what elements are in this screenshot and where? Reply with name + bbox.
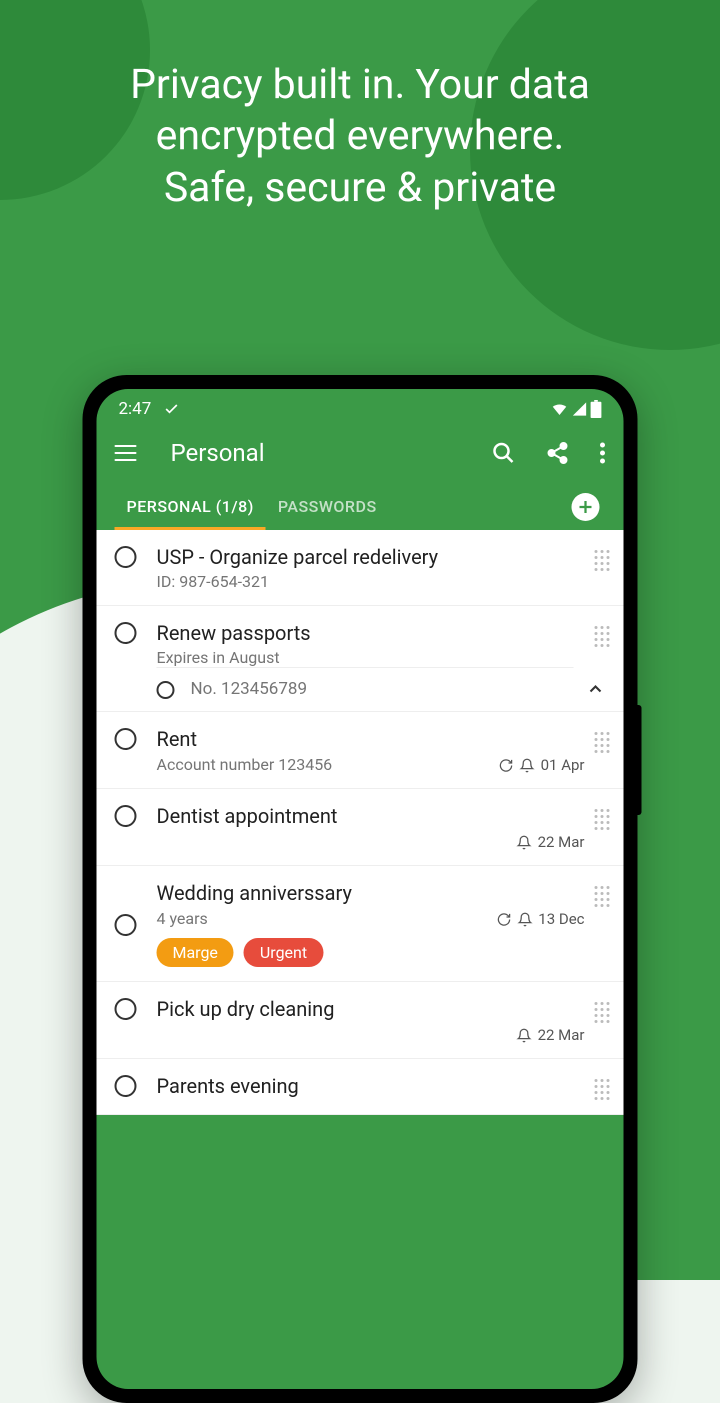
checkbox[interactable] [115, 546, 137, 568]
checkbox[interactable] [115, 1075, 137, 1097]
tag[interactable]: Marge [157, 938, 234, 967]
drag-handle-icon[interactable] [595, 550, 610, 571]
item-title: Wedding anniverssary [157, 880, 585, 906]
list-item[interactable]: Rent Account number 123456 01 Apr [97, 712, 624, 789]
checkbox[interactable] [115, 998, 137, 1020]
item-meta: 13 Dec [496, 910, 584, 928]
add-button[interactable] [572, 493, 600, 521]
wifi-icon [551, 400, 569, 418]
app-bar: Personal [97, 423, 624, 483]
checkbox[interactable] [115, 622, 137, 644]
tag[interactable]: Urgent [244, 938, 323, 967]
drag-handle-icon[interactable] [595, 1079, 610, 1100]
signal-icon [572, 401, 588, 417]
status-time: 2:47 [119, 399, 152, 419]
bell-icon [517, 1028, 532, 1043]
item-title: USP - Organize parcel redelivery [157, 544, 585, 570]
search-icon[interactable] [492, 441, 516, 465]
tab-passwords[interactable]: PASSWORDS [266, 483, 389, 530]
repeat-icon [499, 758, 514, 773]
collapse-icon[interactable] [586, 679, 606, 703]
item-title: Pick up dry cleaning [157, 996, 585, 1022]
bell-icon [517, 835, 532, 850]
checkbox[interactable] [157, 681, 175, 699]
list-item[interactable]: Renew passports Expires in August [97, 606, 624, 667]
list-item[interactable]: USP - Organize parcel redelivery ID: 987… [97, 530, 624, 606]
check-icon [163, 401, 179, 417]
tab-personal[interactable]: PERSONAL (1/8) [115, 483, 266, 530]
item-subtitle: 4 years [157, 909, 208, 928]
drag-handle-icon[interactable] [595, 809, 610, 830]
list-item[interactable]: Wedding anniverssary 4 years 13 Dec Marg… [97, 866, 624, 982]
checkbox[interactable] [115, 805, 137, 827]
battery-icon [591, 400, 602, 418]
item-title: Dentist appointment [157, 803, 338, 829]
more-icon[interactable] [600, 442, 606, 464]
share-icon[interactable] [546, 441, 570, 465]
tab-bar: PERSONAL (1/8) PASSWORDS [97, 483, 624, 530]
drag-handle-icon[interactable] [595, 886, 610, 907]
checkbox[interactable] [115, 728, 137, 750]
status-bar: 2:47 [97, 389, 624, 423]
item-title: Rent [157, 726, 585, 752]
drag-handle-icon[interactable] [595, 732, 610, 753]
phone-frame: 2:47 Personal PERSONAL (1/8) [83, 375, 638, 1403]
page-title: Personal [171, 439, 492, 467]
task-list: USP - Organize parcel redelivery ID: 987… [97, 530, 624, 1115]
list-item[interactable]: Pick up dry cleaning 22 Mar [97, 982, 624, 1059]
item-subtitle: Account number 123456 [157, 755, 333, 774]
list-item[interactable]: Parents evening [97, 1059, 624, 1115]
bell-icon [517, 912, 532, 927]
subitem-text: No. 123456789 [191, 679, 308, 699]
item-subtitle: Expires in August [157, 648, 585, 667]
promo-headline: Privacy built in. Your data encrypted ev… [0, 60, 720, 214]
drag-handle-icon[interactable] [595, 1002, 610, 1023]
list-subitem[interactable]: No. 123456789 [97, 667, 624, 712]
item-title: Parents evening [157, 1073, 585, 1099]
list-item[interactable]: Dentist appointment 22 Mar [97, 789, 624, 866]
item-meta: 22 Mar [157, 1026, 585, 1044]
menu-button[interactable] [115, 445, 137, 461]
item-meta: 01 Apr [499, 756, 585, 774]
item-subtitle: ID: 987-654-321 [157, 572, 585, 591]
bell-icon [520, 758, 535, 773]
repeat-icon [496, 912, 511, 927]
item-title: Renew passports [157, 620, 585, 646]
item-meta: 22 Mar [157, 833, 585, 851]
checkbox[interactable] [115, 914, 137, 936]
drag-handle-icon[interactable] [595, 626, 610, 647]
